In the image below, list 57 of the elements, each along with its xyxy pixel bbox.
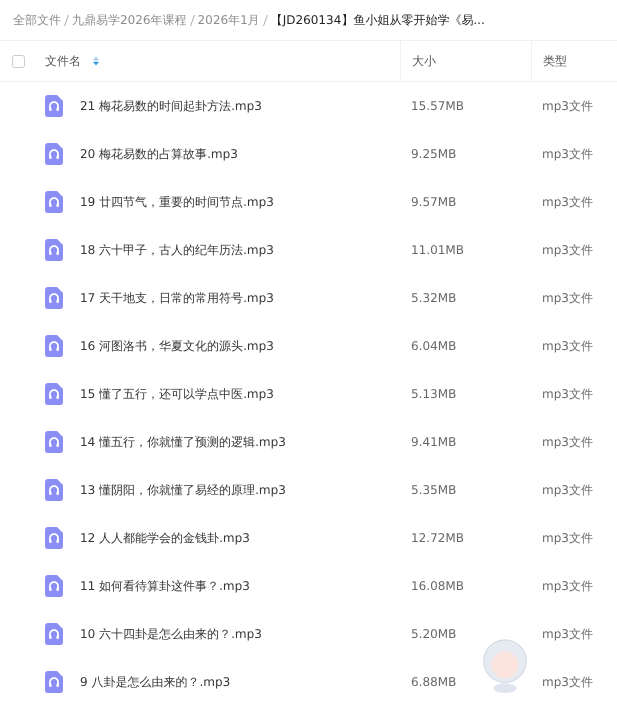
file-type: mp3文件 [542, 434, 593, 448]
audio-file-icon [45, 287, 63, 309]
file-name[interactable]: 11 如何看待算卦这件事？.mp3 [80, 578, 250, 594]
file-name[interactable]: 15 懂了五行，还可以学点中医.mp3 [80, 386, 274, 402]
column-header[interactable]: 类型 [531, 41, 617, 81]
file-type: mp3文件 [542, 146, 593, 160]
file-size: 9.25MB [411, 147, 456, 161]
file-size: 12.72MB [411, 531, 464, 545]
file-name[interactable]: 10 六十四卦是怎么由来的？.mp3 [80, 626, 262, 642]
column-header[interactable]: 文件名 [33, 41, 400, 81]
file-size: 9.41MB [411, 435, 456, 449]
file-size: 5.32MB [411, 291, 456, 305]
file-name[interactable]: 14 懂五行，你就懂了预测的逻辑.mp3 [80, 434, 286, 450]
file-type: mp3文件 [542, 98, 593, 112]
file-name[interactable]: 13 懂阴阳，你就懂了易经的原理.mp3 [80, 482, 286, 498]
audio-file-icon [45, 527, 63, 549]
file-size: 5.13MB [411, 387, 456, 401]
audio-file-icon [45, 191, 63, 213]
file-size: 6.88MB [411, 675, 456, 689]
file-name[interactable]: 19 廿四节气，重要的时间节点.mp3 [80, 194, 274, 210]
file-name[interactable]: 16 河图洛书，华夏文化的源头.mp3 [80, 338, 274, 354]
file-size: 16.08MB [411, 579, 464, 593]
audio-file-icon [45, 143, 63, 165]
file-type: mp3文件 [542, 338, 593, 352]
audio-file-icon [45, 431, 63, 453]
column-header[interactable]: 大小 [400, 41, 531, 81]
file-size: 15.57MB [411, 99, 464, 113]
file-type: mp3文件 [542, 578, 593, 592]
file-size: 5.20MB [411, 627, 456, 641]
file-name[interactable]: 12 人人都能学会的金钱卦.mp3 [80, 530, 250, 546]
file-type: mp3文件 [542, 194, 593, 208]
file-size: 6.04MB [411, 339, 456, 353]
audio-file-icon [45, 671, 63, 693]
audio-file-icon [45, 623, 63, 645]
file-size: 11.01MB [411, 243, 464, 257]
file-name[interactable]: 20 梅花易数的占算故事.mp3 [80, 146, 238, 162]
sort-icon[interactable] [93, 56, 99, 66]
file-size: 9.57MB [411, 195, 456, 209]
file-name[interactable]: 17 天干地支，日常的常用符号.mp3 [80, 290, 274, 306]
select-all-checkbox[interactable] [12, 54, 25, 68]
file-type: mp3文件 [542, 386, 593, 400]
audio-file-icon [45, 383, 63, 405]
file-name[interactable]: 21 梅花易数的时间起卦方法.mp3 [80, 98, 262, 114]
audio-file-icon [45, 479, 63, 501]
audio-file-icon [45, 95, 63, 117]
file-type: mp3文件 [542, 242, 593, 256]
file-name[interactable]: 9 八卦是怎么由来的？.mp3 [80, 674, 230, 690]
file-type: mp3文件 [542, 530, 593, 544]
file-name[interactable]: 18 六十甲子，古人的纪年历法.mp3 [80, 242, 274, 258]
file-type: mp3文件 [542, 290, 593, 304]
audio-file-icon [45, 239, 63, 261]
audio-file-icon [45, 335, 63, 357]
file-type: mp3文件 [542, 626, 593, 640]
file-type: mp3文件 [542, 674, 593, 688]
file-size: 5.35MB [411, 483, 456, 497]
audio-file-icon [45, 575, 63, 597]
file-type: mp3文件 [542, 482, 593, 496]
